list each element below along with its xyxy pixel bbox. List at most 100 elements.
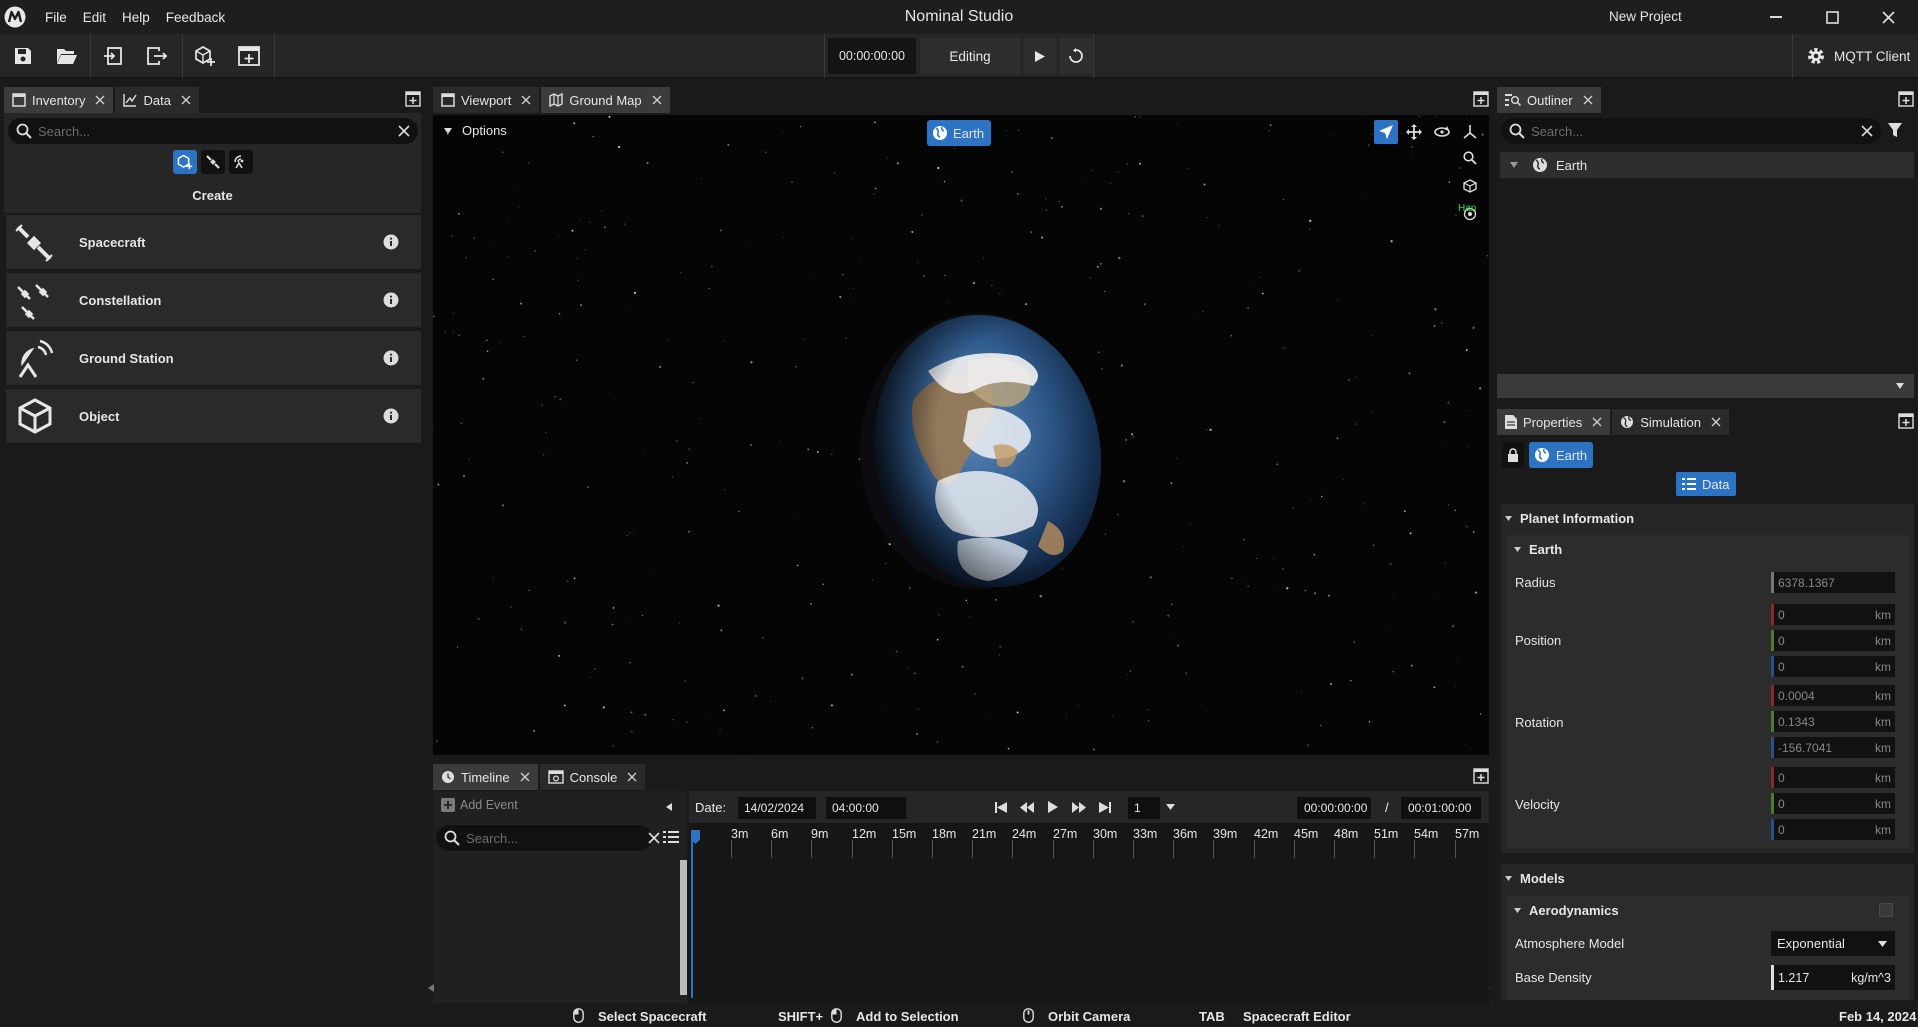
velocity-x-field[interactable]: 0 km — [1771, 767, 1895, 788]
list-view-icon[interactable] — [663, 830, 679, 844]
timeline-track-area[interactable] — [689, 823, 1489, 1003]
current-time-field[interactable]: 00:00:00:00 — [1297, 797, 1371, 819]
planet-info-header[interactable]: Planet Information — [1500, 504, 1915, 532]
filter-objects-button[interactable] — [173, 150, 197, 174]
viewport-options[interactable]: Options — [444, 123, 507, 138]
skip-start-icon[interactable] — [992, 797, 1010, 817]
close-icon[interactable] — [1711, 417, 1721, 427]
rotate-tool-button[interactable] — [1430, 120, 1454, 144]
maximize-button[interactable] — [1805, 0, 1859, 34]
skip-end-icon[interactable] — [1096, 797, 1114, 817]
tab-timeline[interactable]: Timeline — [433, 764, 538, 790]
atmosphere-model-select[interactable]: Exponential — [1771, 931, 1895, 956]
close-icon[interactable] — [1592, 417, 1602, 427]
info-icon[interactable] — [383, 234, 399, 250]
menu-help[interactable]: Help — [114, 10, 158, 25]
inventory-item-ground-station[interactable]: Ground Station — [6, 331, 421, 385]
scroll-left-icon[interactable] — [428, 984, 434, 992]
add-tab-icon[interactable] — [1898, 91, 1914, 107]
tab-outliner[interactable]: Outliner — [1497, 87, 1601, 113]
3d-viewport[interactable] — [433, 115, 1489, 755]
chevron-down-icon[interactable] — [1510, 162, 1518, 168]
filter-groundstation-button[interactable] — [229, 150, 253, 174]
inventory-item-object[interactable]: Object — [6, 389, 421, 443]
aerodynamics-enable-checkbox[interactable] — [1879, 903, 1893, 917]
zoom-button[interactable] — [1458, 146, 1482, 170]
outliner-search-input[interactable] — [1531, 123, 1855, 139]
tab-properties[interactable]: Properties — [1497, 409, 1611, 435]
tab-simulation[interactable]: Simulation — [1612, 409, 1729, 435]
focus-earth-chip[interactable]: Earth — [927, 120, 991, 146]
earth-subsection-header[interactable]: Earth — [1500, 535, 1915, 563]
clear-search-icon[interactable] — [398, 125, 410, 137]
velocity-z-field[interactable]: 0 km — [1771, 819, 1895, 840]
select-tool-button[interactable] — [1374, 120, 1398, 144]
axes-tool-button[interactable] — [1458, 120, 1482, 144]
filter-spacecraft-button[interactable] — [201, 150, 225, 174]
tab-ground-map[interactable]: Ground Map — [541, 87, 670, 113]
add-tab-icon[interactable] — [1473, 768, 1489, 784]
add-tab-icon[interactable] — [1473, 91, 1489, 107]
tab-console[interactable]: Console — [539, 764, 646, 790]
duration-field[interactable]: 00:01:00:00 — [1401, 797, 1481, 819]
menu-file[interactable]: File — [37, 10, 75, 25]
timeline-scrollbar[interactable] — [680, 860, 687, 995]
info-icon[interactable] — [383, 292, 399, 308]
collapse-left-icon[interactable] — [666, 803, 672, 811]
radius-field[interactable]: 6378.1367 — [1771, 572, 1895, 593]
selected-object-chip[interactable]: Earth — [1529, 442, 1593, 468]
close-icon[interactable] — [627, 772, 637, 782]
models-header[interactable]: Models — [1500, 864, 1915, 892]
fast-forward-icon[interactable] — [1070, 797, 1088, 817]
position-y-field[interactable]: 0 km — [1771, 630, 1895, 651]
close-icon[interactable] — [181, 95, 191, 105]
close-icon[interactable] — [95, 95, 105, 105]
add-panel-button[interactable] — [230, 37, 268, 75]
add-object-button[interactable] — [186, 37, 224, 75]
reset-button[interactable] — [1060, 38, 1092, 74]
close-icon[interactable] — [521, 95, 531, 105]
menu-edit[interactable]: Edit — [75, 10, 114, 25]
move-tool-button[interactable] — [1402, 120, 1426, 144]
project-name[interactable]: New Project — [1609, 9, 1682, 24]
time-field[interactable]: 04:00:00 — [826, 797, 906, 819]
lock-selection-button[interactable] — [1502, 442, 1524, 468]
date-field[interactable]: 14/02/2024 — [738, 797, 816, 819]
open-button[interactable] — [48, 37, 86, 75]
position-x-field[interactable]: 0 km — [1771, 604, 1895, 625]
tab-viewport[interactable]: Viewport — [433, 87, 540, 113]
speed-field[interactable]: 1 — [1128, 797, 1160, 819]
filter-icon[interactable] — [1888, 123, 1902, 137]
timeline-search-input[interactable] — [466, 830, 642, 846]
close-window-button[interactable] — [1861, 0, 1915, 34]
aerodynamics-header[interactable]: Aerodynamics — [1500, 896, 1915, 924]
close-icon[interactable] — [1583, 95, 1593, 105]
tab-data[interactable]: Data — [115, 87, 199, 113]
earth-globe[interactable] — [818, 291, 1138, 611]
import-button[interactable] — [94, 37, 132, 75]
inventory-item-spacecraft[interactable]: Spacecraft — [6, 215, 421, 269]
play-button[interactable] — [1024, 38, 1056, 74]
mode-indicator[interactable]: Editing — [920, 38, 1020, 74]
mqtt-client-button[interactable]: MQTT Client — [1796, 38, 1914, 74]
add-event-button[interactable]: Add Event — [441, 798, 518, 812]
add-tab-icon[interactable] — [405, 91, 421, 107]
play-icon[interactable] — [1044, 797, 1062, 817]
add-tab-icon[interactable] — [1898, 413, 1914, 429]
info-icon[interactable] — [383, 350, 399, 366]
position-z-field[interactable]: 0 km — [1771, 656, 1895, 677]
base-density-field[interactable]: 1.217 kg/m^3 — [1771, 965, 1895, 990]
rotation-x-field[interactable]: 0.0004 km — [1771, 685, 1895, 706]
rotation-z-field[interactable]: -156.7041 km — [1771, 737, 1895, 758]
close-icon[interactable] — [520, 772, 530, 782]
inventory-item-constellation[interactable]: Constellation — [6, 273, 421, 327]
rotation-y-field[interactable]: 0.1343 km — [1771, 711, 1895, 732]
save-button[interactable] — [4, 37, 42, 75]
export-button[interactable] — [138, 37, 176, 75]
close-icon[interactable] — [652, 95, 662, 105]
clear-search-icon[interactable] — [648, 832, 660, 844]
inventory-search-input[interactable] — [38, 123, 392, 139]
outliner-row-earth[interactable]: Earth — [1500, 152, 1914, 178]
velocity-y-field[interactable]: 0 km — [1771, 793, 1895, 814]
rewind-icon[interactable] — [1018, 797, 1036, 817]
